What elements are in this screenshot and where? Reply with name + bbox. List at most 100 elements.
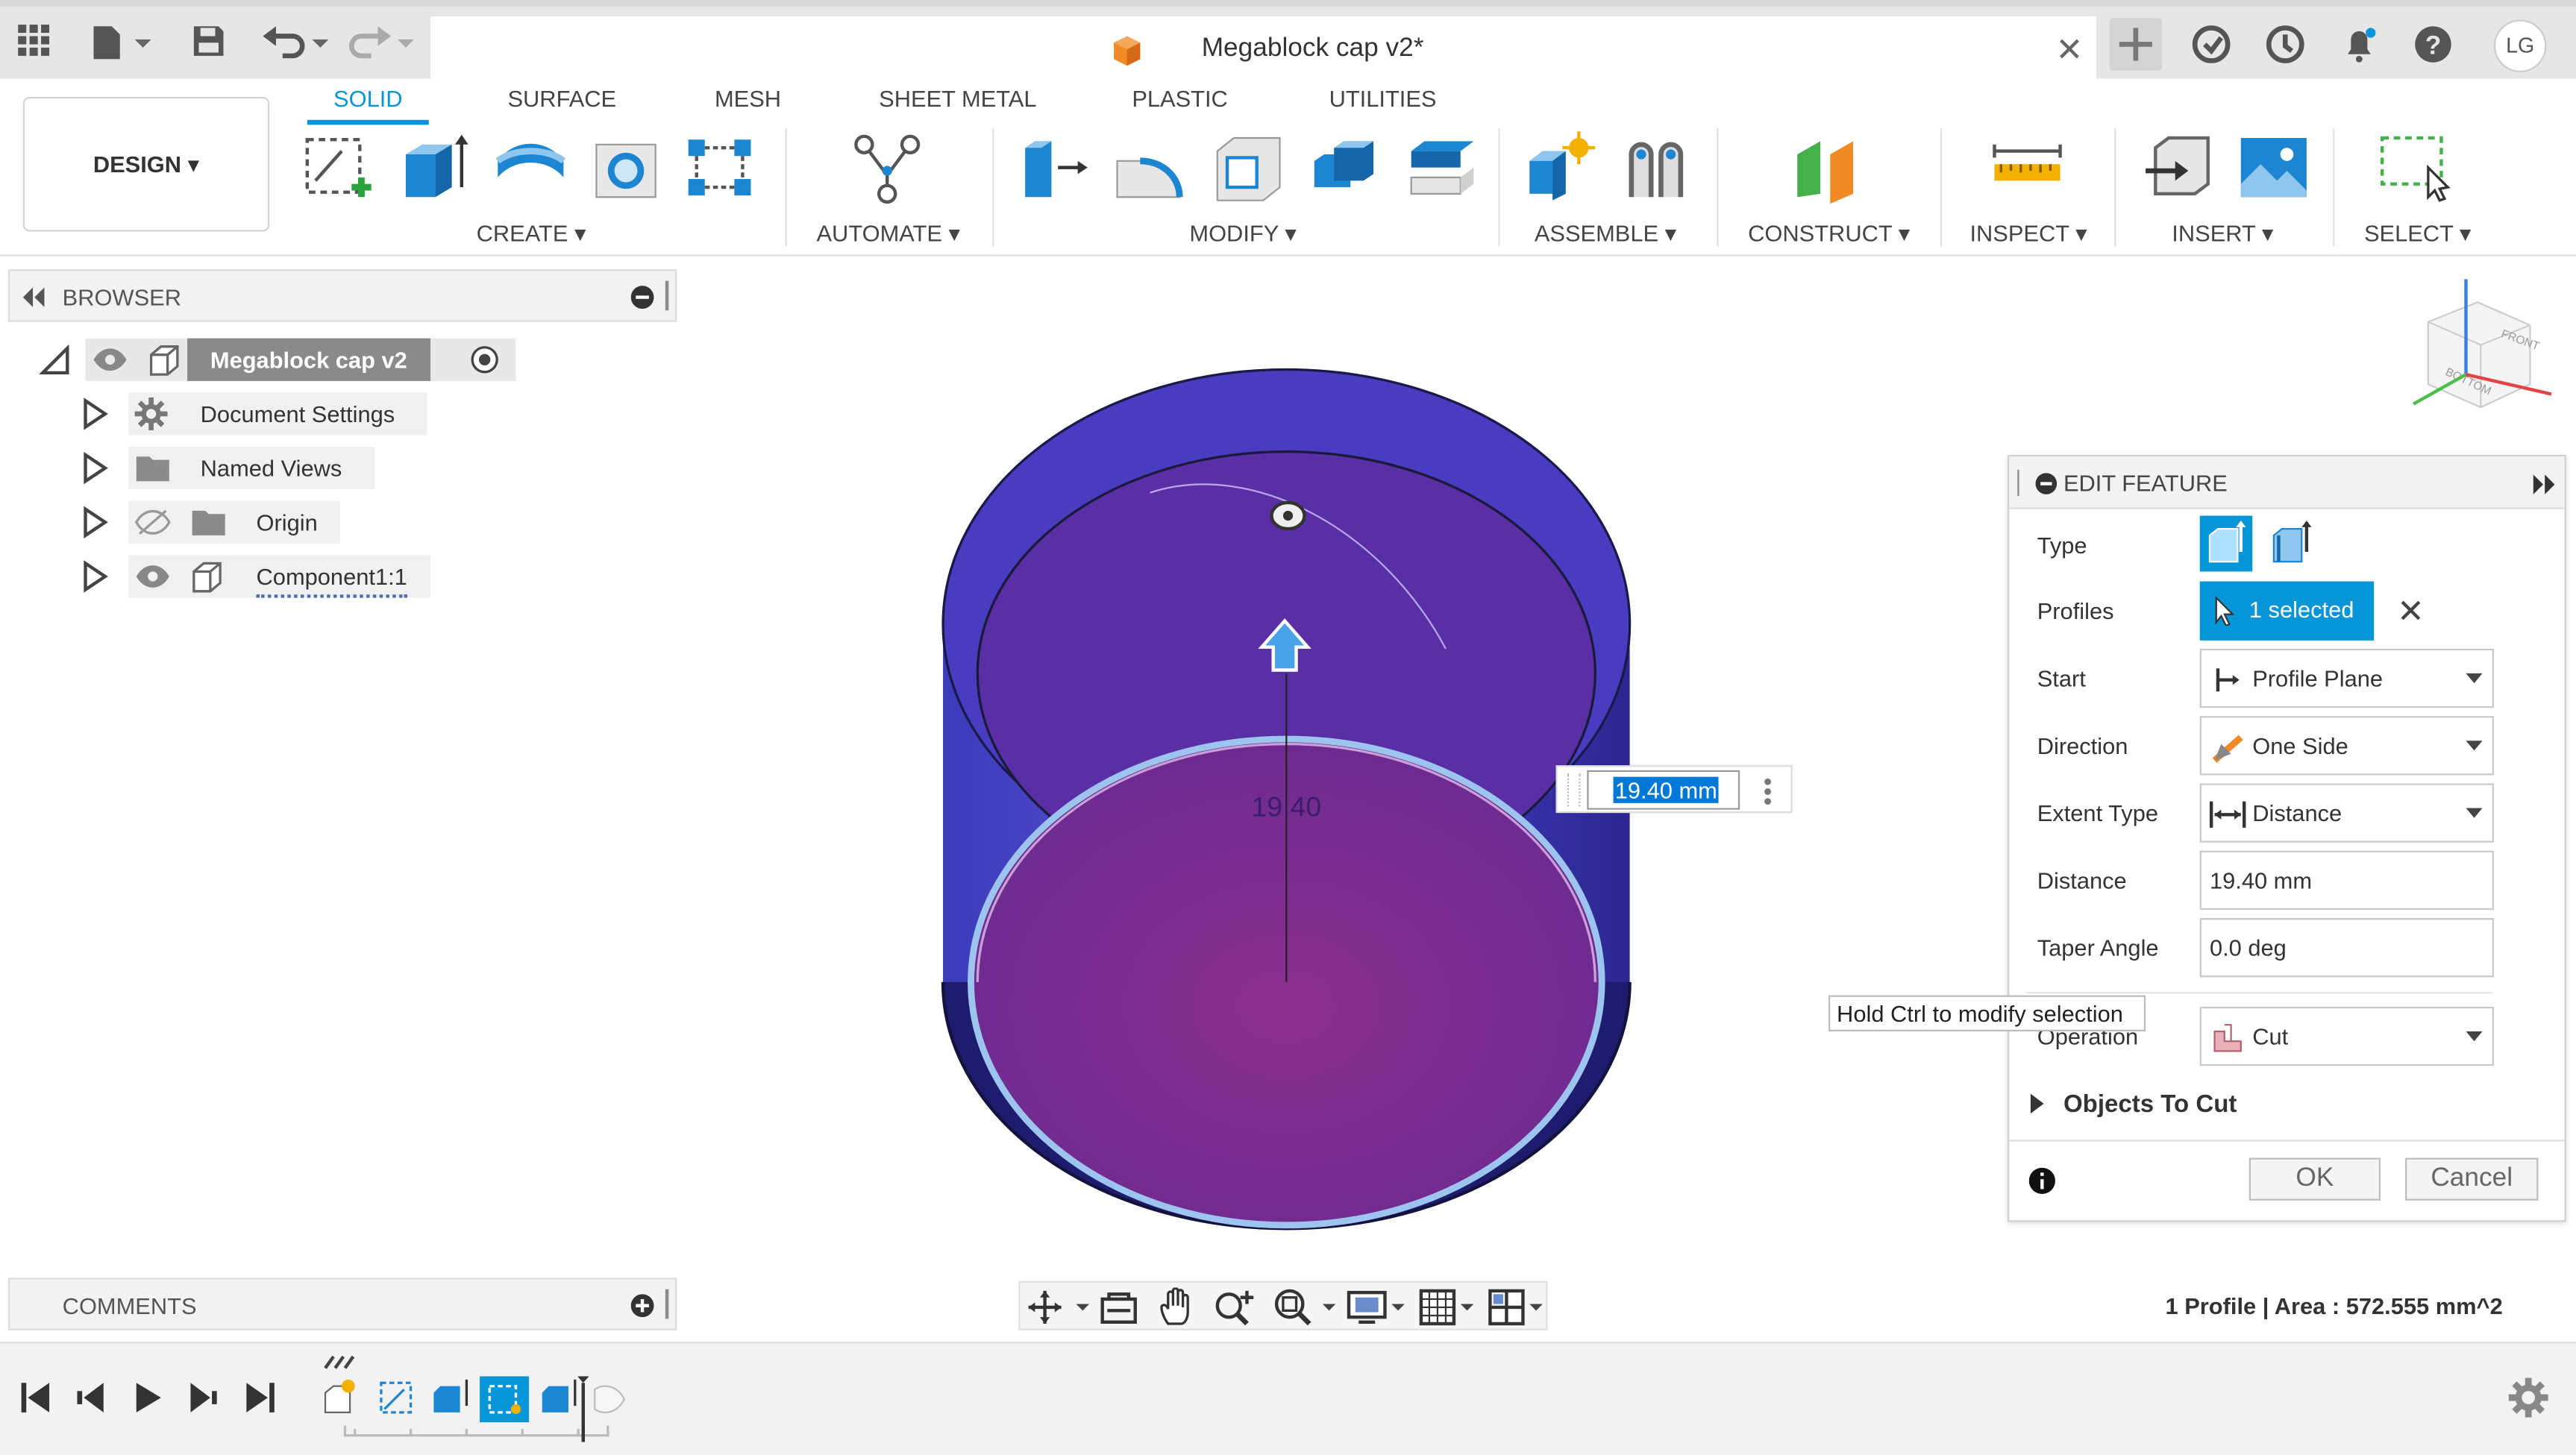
timeline-extrude-feature[interactable] bbox=[542, 1379, 577, 1412]
tab-solid[interactable]: SOLID bbox=[333, 86, 403, 112]
tree-item-component[interactable]: Component1:1 bbox=[82, 555, 430, 598]
operation-dropdown[interactable]: Cut bbox=[2199, 1006, 2494, 1066]
redo-icon[interactable] bbox=[348, 23, 421, 66]
panel-resize-handle[interactable] bbox=[665, 1289, 669, 1319]
pattern-icon[interactable] bbox=[683, 131, 756, 204]
fit-view-icon[interactable] bbox=[1273, 1288, 1339, 1327]
visibility-eye-icon[interactable] bbox=[135, 563, 171, 589]
file-menu-icon[interactable] bbox=[86, 23, 158, 66]
hole-icon[interactable] bbox=[590, 131, 662, 204]
grid-settings-icon[interactable] bbox=[1417, 1288, 1483, 1327]
job-status-icon[interactable] bbox=[2264, 23, 2307, 66]
dialog-header[interactable]: EDIT FEATURE bbox=[2009, 456, 2565, 509]
hidden-eye-icon[interactable] bbox=[134, 509, 171, 535]
go-to-end-icon[interactable] bbox=[243, 1380, 276, 1415]
expand-triangle-icon[interactable] bbox=[82, 506, 108, 539]
comments-panel-header[interactable]: COMMENTS bbox=[8, 1278, 677, 1330]
timeline-settings-gear-icon[interactable] bbox=[2507, 1376, 2550, 1418]
visibility-eye-icon[interactable] bbox=[92, 347, 128, 373]
tree-item-named-views[interactable]: Named Views bbox=[82, 446, 375, 490]
extent-type-dropdown[interactable]: Distance bbox=[2199, 783, 2494, 843]
select-menu[interactable]: SELECT ▾ bbox=[2364, 220, 2471, 248]
notifications-bell-icon[interactable] bbox=[2338, 23, 2381, 66]
tab-sheet-metal[interactable]: SHEET METAL bbox=[879, 86, 1036, 112]
automate-menu[interactable]: AUTOMATE ▾ bbox=[816, 220, 960, 248]
data-panel-icon[interactable] bbox=[2190, 23, 2233, 66]
timeline-component-feature[interactable] bbox=[324, 1379, 355, 1413]
play-icon[interactable] bbox=[131, 1380, 164, 1415]
close-tab-icon[interactable]: ✕ bbox=[2055, 30, 2083, 71]
clear-selection-icon[interactable]: ✕ bbox=[2397, 591, 2425, 632]
fillet-icon[interactable] bbox=[1114, 131, 1186, 204]
browser-root-row[interactable]: Megablock cap v2 bbox=[39, 338, 516, 381]
collapse-left-icon[interactable] bbox=[19, 287, 46, 307]
tab-plastic[interactable]: PLASTIC bbox=[1132, 86, 1228, 112]
expand-dialog-icon[interactable] bbox=[2532, 474, 2558, 494]
save-icon[interactable] bbox=[187, 23, 230, 66]
shell-icon[interactable] bbox=[1211, 131, 1283, 204]
app-grid-icon[interactable] bbox=[13, 23, 56, 66]
browser-collapse-icon[interactable] bbox=[630, 286, 654, 309]
add-comment-icon[interactable] bbox=[630, 1294, 654, 1318]
distance-input[interactable]: 19.40 mm bbox=[2199, 850, 2494, 911]
revolve-icon[interactable] bbox=[495, 131, 567, 204]
panel-resize-handle[interactable] bbox=[665, 280, 669, 311]
combine-icon[interactable] bbox=[1308, 131, 1380, 204]
tab-surface[interactable]: SURFACE bbox=[507, 86, 616, 112]
joint-icon[interactable] bbox=[1622, 131, 1694, 204]
direction-dropdown[interactable]: One Side bbox=[2199, 716, 2494, 776]
taper-angle-input[interactable]: 0.0 deg bbox=[2199, 918, 2494, 978]
help-icon[interactable]: ? bbox=[2412, 23, 2454, 66]
user-avatar[interactable]: LG bbox=[2493, 19, 2547, 72]
workspace-switcher-button[interactable]: DESIGN ▾ bbox=[22, 96, 270, 232]
tab-mesh[interactable]: MESH bbox=[715, 86, 781, 112]
offset-plane-icon[interactable] bbox=[1790, 131, 1863, 204]
expand-triangle-icon[interactable] bbox=[82, 451, 108, 485]
inspect-menu[interactable]: INSPECT ▾ bbox=[1969, 220, 2087, 248]
drag-handle[interactable] bbox=[1567, 773, 1581, 807]
create-sketch-icon[interactable] bbox=[302, 131, 375, 204]
expand-triangle-icon[interactable] bbox=[82, 560, 108, 593]
timeline-extrude-feature[interactable] bbox=[433, 1379, 468, 1412]
document-tab[interactable]: Megablock cap v2* ✕ bbox=[430, 16, 2097, 86]
info-icon[interactable] bbox=[2028, 1167, 2055, 1194]
objects-to-cut-section[interactable]: Objects To Cut bbox=[2025, 1087, 2519, 1123]
start-dropdown[interactable]: Profile Plane bbox=[2199, 648, 2494, 708]
expanded-triangle-icon[interactable] bbox=[39, 345, 69, 375]
step-forward-icon[interactable] bbox=[186, 1380, 219, 1415]
extrude-icon[interactable] bbox=[399, 131, 471, 204]
measure-icon[interactable] bbox=[1991, 131, 2063, 204]
modify-menu[interactable]: MODIFY ▾ bbox=[1189, 220, 1296, 248]
tab-utilities[interactable]: UTILITIES bbox=[1329, 86, 1437, 112]
activate-radio-icon[interactable] bbox=[470, 345, 500, 374]
construct-menu[interactable]: CONSTRUCT ▾ bbox=[1748, 220, 1910, 248]
select-window-icon[interactable] bbox=[2379, 131, 2451, 204]
tree-item-document-settings[interactable]: Document Settings bbox=[82, 392, 427, 436]
new-tab-button[interactable] bbox=[2109, 18, 2163, 71]
viewports-icon[interactable] bbox=[1487, 1288, 1549, 1327]
timeline-suppressed-feature[interactable] bbox=[594, 1385, 626, 1413]
go-to-start-icon[interactable] bbox=[19, 1380, 52, 1415]
assemble-menu[interactable]: ASSEMBLE ▾ bbox=[1535, 220, 1676, 248]
more-options-icon[interactable] bbox=[1763, 777, 1773, 807]
cancel-button[interactable]: Cancel bbox=[2405, 1157, 2539, 1201]
insert-menu[interactable]: INSERT ▾ bbox=[2172, 220, 2273, 248]
look-at-icon[interactable] bbox=[1099, 1289, 1138, 1325]
timeline-features[interactable] bbox=[322, 1376, 634, 1442]
expand-triangle-icon[interactable] bbox=[82, 397, 108, 430]
undo-icon[interactable] bbox=[260, 23, 332, 66]
press-pull-icon[interactable] bbox=[1018, 131, 1091, 204]
minimize-dialog-icon[interactable] bbox=[2035, 473, 2058, 494]
timeline-active-feature[interactable] bbox=[480, 1376, 530, 1423]
browser-root-label[interactable]: Megablock cap v2 bbox=[187, 338, 430, 381]
orbit-icon[interactable] bbox=[1027, 1289, 1092, 1325]
insert-derive-icon[interactable] bbox=[2143, 131, 2215, 204]
zoom-icon[interactable] bbox=[1214, 1288, 1256, 1327]
ok-button[interactable]: OK bbox=[2248, 1157, 2381, 1201]
timeline-sketch-feature[interactable] bbox=[380, 1381, 413, 1414]
pan-hand-icon[interactable] bbox=[1159, 1287, 1198, 1327]
browser-panel-header[interactable]: BROWSER bbox=[8, 269, 677, 322]
type-solid-button[interactable] bbox=[2199, 515, 2253, 572]
type-thin-button[interactable] bbox=[2264, 519, 2316, 568]
offset-face-icon[interactable] bbox=[1405, 131, 1477, 204]
